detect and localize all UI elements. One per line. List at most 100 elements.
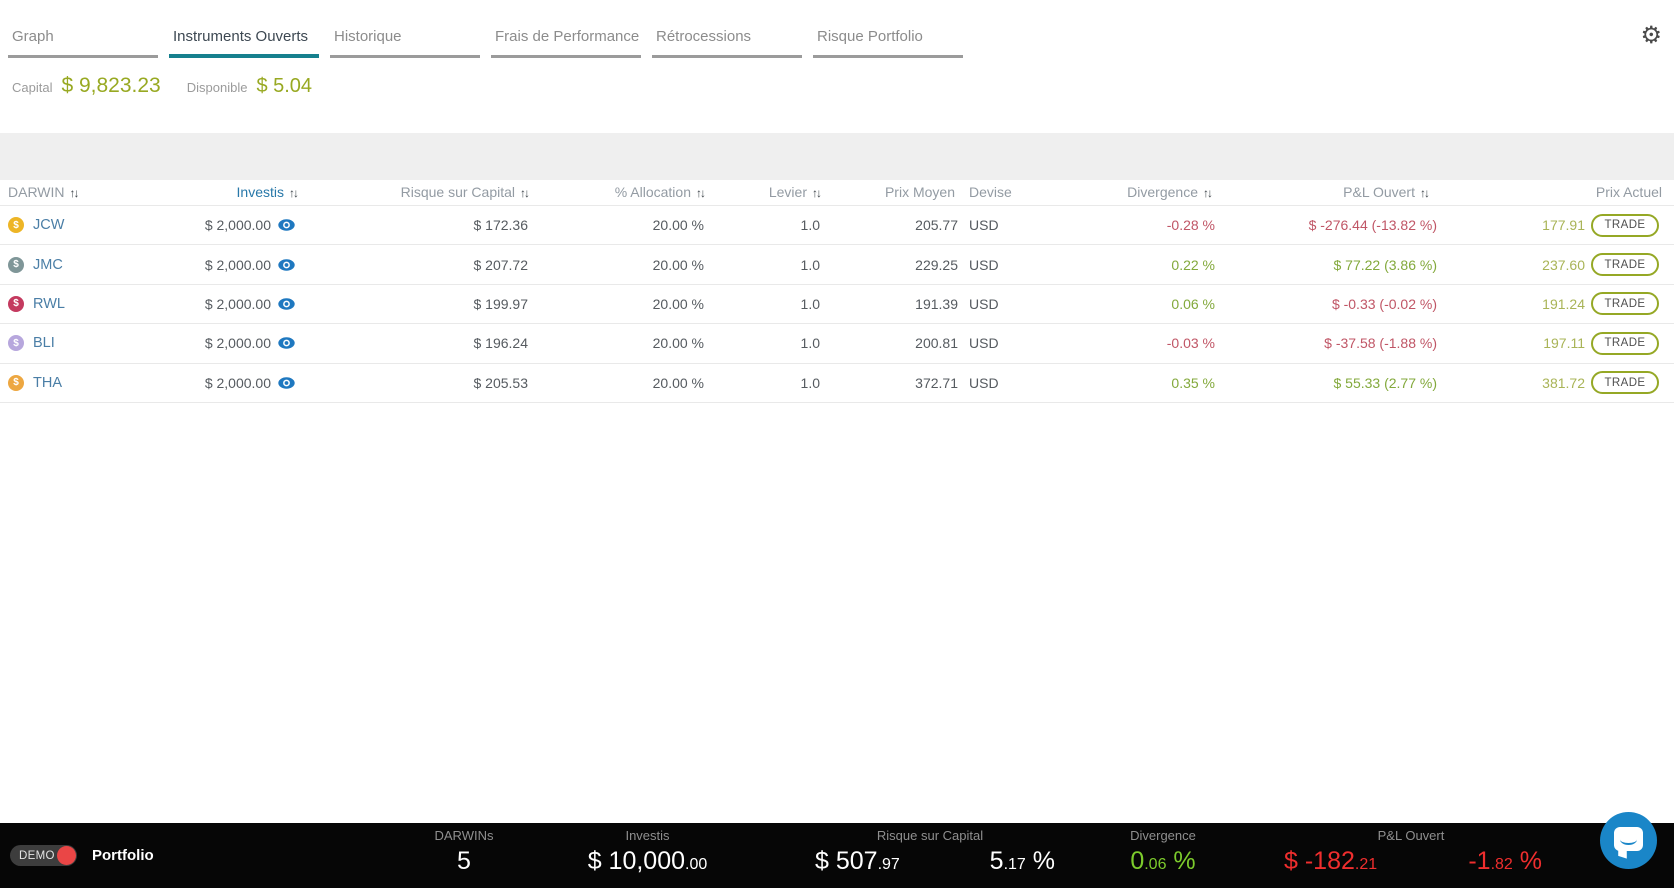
levier-value: 1.0 — [706, 324, 822, 362]
levier-value: 1.0 — [706, 206, 822, 244]
divergence-total: 0.06 % — [1102, 847, 1224, 876]
prix-actuel-value: 237.60 — [1437, 245, 1585, 283]
risque-capital-value: $ 207.72 — [300, 245, 530, 283]
eye-icon[interactable] — [278, 377, 295, 389]
darwin-ticker-link[interactable]: BLI — [33, 335, 55, 351]
tab-retrocessions[interactable]: Rétrocessions — [652, 26, 802, 58]
devise-value: USD — [958, 324, 1020, 362]
sort-icon[interactable] — [70, 184, 78, 200]
tab-risque-portfolio[interactable]: Risque Portfolio — [813, 26, 963, 58]
levier-value: 1.0 — [706, 364, 822, 402]
pnl-ouvert-value: $ -0.33 (-0.02 %) — [1215, 285, 1437, 323]
tab-instruments-ouverts[interactable]: Instruments Ouverts — [169, 26, 319, 58]
trade-button[interactable]: TRADE — [1591, 253, 1659, 276]
divergence-value: 0.06 % — [1020, 285, 1215, 323]
devise-value: USD — [958, 245, 1020, 283]
tab-historique[interactable]: Historique — [330, 26, 480, 58]
investis-value: $ 2,000.00 — [205, 335, 271, 351]
darwin-ticker-link[interactable]: THA — [33, 375, 62, 391]
pnl-total-percent: -1.82 % — [1468, 847, 1542, 876]
risque-capital-value: $ 196.24 — [300, 324, 530, 362]
column-header-divergence: Divergence — [1020, 179, 1215, 205]
column-header-darwin: DARWIN — [0, 179, 160, 205]
column-header-pnl-ouvert: P&L Ouvert — [1215, 179, 1437, 205]
column-header-investis: Investis — [160, 179, 300, 205]
table-row: $THA $ 2,000.00 $ 205.53 20.00 % 1.0 372… — [0, 363, 1674, 403]
eye-icon[interactable] — [278, 259, 295, 271]
trade-button[interactable]: TRADE — [1591, 214, 1659, 237]
pnl-ouvert-value: $ 55.33 (2.77 %) — [1215, 364, 1437, 402]
footer-stat-darwins: DARWINs 5 — [404, 828, 524, 876]
prix-moyen-value: 205.77 — [822, 206, 958, 244]
settings-gear-icon[interactable] — [1640, 24, 1662, 48]
eye-icon[interactable] — [278, 337, 295, 349]
pnl-total-amount: $ -182.21 — [1284, 847, 1377, 876]
tab-graph[interactable]: Graph — [8, 26, 158, 58]
risque-capital-value: $ 199.97 — [300, 285, 530, 323]
demo-toggle-knob[interactable] — [57, 846, 76, 865]
prix-moyen-value: 372.71 — [822, 364, 958, 402]
levier-value: 1.0 — [706, 245, 822, 283]
devise-value: USD — [958, 364, 1020, 402]
allocation-value: 20.00 % — [530, 206, 706, 244]
eye-icon[interactable] — [278, 298, 295, 310]
divergence-value: 0.22 % — [1020, 245, 1215, 283]
darwin-badge-icon: $ — [8, 375, 24, 391]
disponible-value: $ 5.04 — [256, 75, 312, 98]
eye-icon[interactable] — [278, 219, 295, 231]
sort-icon[interactable] — [1420, 184, 1428, 200]
risque-capital-value: $ 205.53 — [300, 364, 530, 402]
devise-value: USD — [958, 206, 1020, 244]
table-row: $JMC $ 2,000.00 $ 207.72 20.00 % 1.0 229… — [0, 244, 1674, 283]
footer-stat-investis: Investis $ 10,000.00 — [545, 828, 750, 876]
column-header-allocation: % Allocation — [530, 179, 706, 205]
filter-band — [0, 133, 1674, 180]
pnl-ouvert-value: $ -37.58 (-1.88 %) — [1215, 324, 1437, 362]
capital-label: Capital — [12, 80, 52, 95]
sort-icon[interactable] — [520, 184, 528, 200]
prix-actuel-value: 197.11 — [1437, 324, 1585, 362]
darwin-ticker-link[interactable]: RWL — [33, 296, 65, 312]
trade-button[interactable]: TRADE — [1591, 332, 1659, 355]
darwin-ticker-link[interactable]: JMC — [33, 257, 63, 273]
sort-icon[interactable] — [1203, 184, 1211, 200]
risque-capital-value: $ 172.36 — [300, 206, 530, 244]
footer-stat-divergence: Divergence 0.06 % — [1102, 828, 1224, 876]
table-body: $ JCW $ 2,000.00 $ 172.36 20.00 % 1.0 205… — [0, 205, 1674, 403]
prix-moyen-value: 191.39 — [822, 285, 958, 323]
prix-moyen-value: 229.25 — [822, 245, 958, 283]
footer-stat-risque: Risque sur Capital $ 507.97 5.17 % — [765, 828, 1095, 876]
divergence-value: 0.35 % — [1020, 364, 1215, 402]
devise-value: USD — [958, 285, 1020, 323]
sort-icon[interactable] — [812, 184, 820, 200]
sort-icon[interactable] — [696, 184, 704, 200]
prix-actuel-value: 381.72 — [1437, 364, 1585, 402]
prix-actuel-value: 177.91 — [1437, 206, 1585, 244]
account-status-bar: DEMO Portfolio DARWINs 5 Investis $ 10,0… — [0, 823, 1674, 888]
risque-total-amount: $ 507.97 — [815, 847, 900, 876]
investis-value: $ 2,000.00 — [205, 296, 271, 312]
darwin-badge-icon: $ — [8, 217, 24, 233]
trade-button[interactable]: TRADE — [1591, 371, 1659, 394]
tab-frais-de-performance[interactable]: Frais de Performance — [491, 26, 641, 58]
darwin-badge-icon: $ — [8, 296, 24, 312]
portfolio-label: Portfolio — [92, 847, 154, 864]
investis-value: $ 2,000.00 — [205, 257, 271, 273]
divergence-value: -0.28 % — [1020, 206, 1215, 244]
chat-support-button[interactable] — [1600, 812, 1657, 869]
demo-toggle-label: DEMO — [19, 850, 55, 862]
prix-moyen-value: 200.81 — [822, 324, 958, 362]
allocation-value: 20.00 % — [530, 285, 706, 323]
prix-actuel-value: 191.24 — [1437, 285, 1585, 323]
demo-account-toggle[interactable]: DEMO — [10, 845, 77, 866]
trade-button[interactable]: TRADE — [1591, 292, 1659, 315]
sort-icon[interactable] — [289, 184, 297, 200]
footer-stat-pnl: P&L Ouvert $ -182.21 -1.82 % — [1262, 828, 1560, 876]
table-header: DARWIN Investis Risque sur Capital % All… — [0, 179, 1674, 205]
pnl-ouvert-value: $ 77.22 (3.86 %) — [1215, 245, 1437, 283]
column-header-prix-moyen: Prix Moyen — [822, 179, 958, 205]
darwin-badge-icon: $ — [8, 257, 24, 273]
allocation-value: 20.00 % — [530, 324, 706, 362]
darwin-ticker-link[interactable]: JCW — [33, 217, 64, 233]
column-header-risque: Risque sur Capital — [300, 179, 530, 205]
